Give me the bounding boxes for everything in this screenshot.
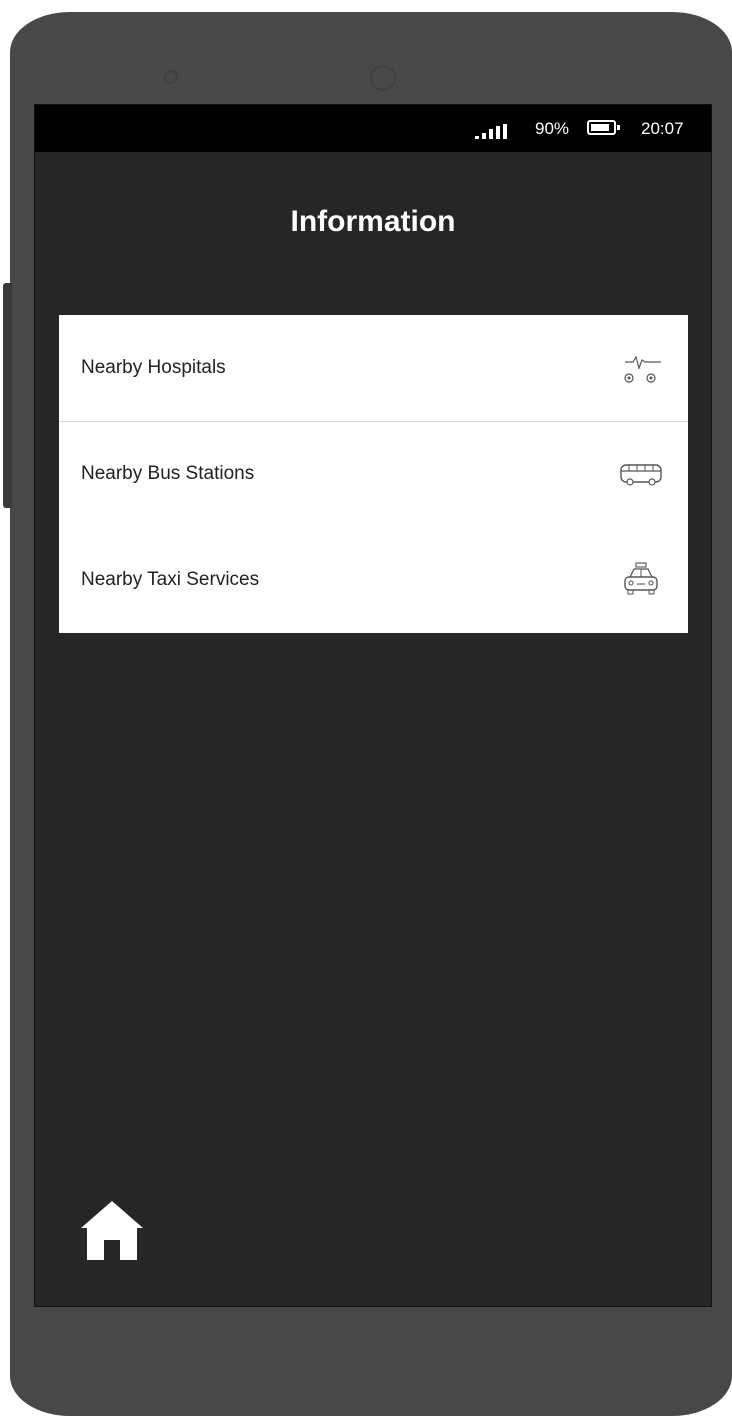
front-camera xyxy=(370,65,396,91)
list-item-taxi-services[interactable]: Nearby Taxi Services xyxy=(59,527,688,633)
list-item-bus-stations[interactable]: Nearby Bus Stations xyxy=(59,421,688,527)
home-icon[interactable] xyxy=(79,1198,145,1262)
battery-icon xyxy=(587,120,620,135)
bus-icon xyxy=(620,464,662,486)
phone-side-button xyxy=(3,283,12,508)
phone-sensor xyxy=(164,70,178,84)
status-bar: 90% 20:07 xyxy=(35,105,711,152)
taxi-icon xyxy=(624,562,658,595)
info-list: Nearby Hospitals Nearby Bus Stations Nea… xyxy=(59,315,688,633)
list-item-label: Nearby Bus Stations xyxy=(81,463,255,484)
list-item-label: Nearby Hospitals xyxy=(81,357,226,378)
list-item-label: Nearby Taxi Services xyxy=(81,569,260,590)
clock: 20:07 xyxy=(641,119,684,138)
ambulance-icon xyxy=(624,355,661,383)
page-title: Information xyxy=(290,205,456,238)
list-item-hospitals[interactable]: Nearby Hospitals xyxy=(59,315,688,421)
battery-percent: 90% xyxy=(535,119,570,138)
phone-screen: 90% 20:07 Information Nearby Hospitals N… xyxy=(34,104,712,1307)
